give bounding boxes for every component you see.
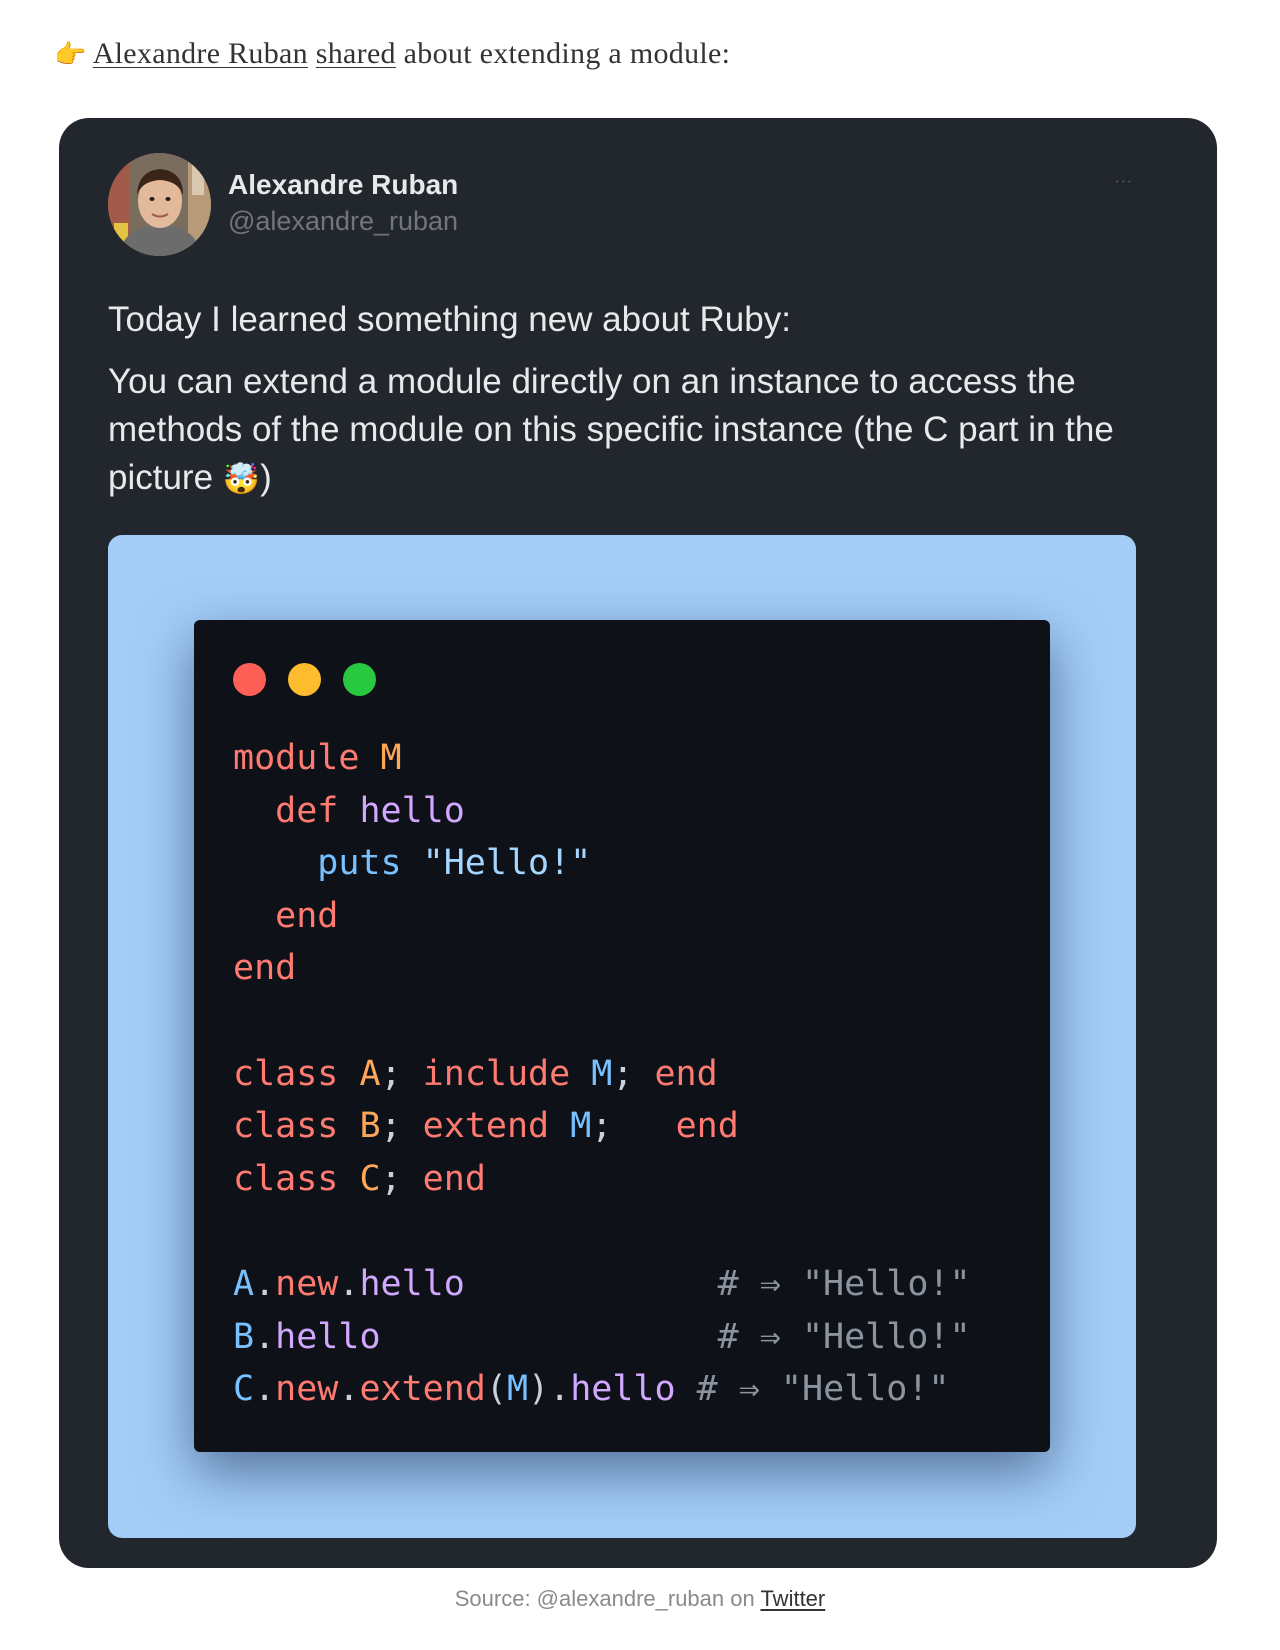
window-maximize-dot	[343, 663, 376, 696]
exploding-head-icon: 🤯	[222, 462, 261, 497]
code-token: end	[233, 895, 339, 936]
code-token: hello	[275, 1316, 381, 1357]
avatar-photo	[108, 153, 211, 256]
code-token: B	[233, 1316, 255, 1357]
code-token: ;	[591, 1106, 676, 1147]
code-token: A	[233, 1263, 255, 1304]
code-token: .	[254, 1369, 276, 1410]
shared-link[interactable]: shared	[316, 37, 396, 70]
code-token: class	[233, 1158, 360, 1199]
code-line: end	[233, 942, 971, 995]
code-token: ).	[528, 1369, 571, 1410]
intro-text: about extending a module:	[395, 37, 731, 70]
code-token: A	[359, 1053, 381, 1094]
tweet-text-close: )	[260, 458, 272, 497]
code-token: ;	[380, 1158, 423, 1199]
code-line: B.hello # ⇒ "Hello!"	[233, 1311, 971, 1364]
code-line: class C; end	[233, 1153, 971, 1206]
code-token: .	[338, 1263, 360, 1304]
code-token: .	[254, 1316, 276, 1357]
code-token: end	[233, 948, 297, 989]
code-token: M	[570, 1106, 592, 1147]
code-token: .	[338, 1369, 360, 1410]
window-close-dot	[233, 663, 266, 696]
code-token: ;	[380, 1106, 423, 1147]
code-token: module	[233, 738, 381, 778]
source-prefix: Source: @alexandre_ruban on	[454, 1586, 761, 1611]
code-token: hello	[359, 1263, 465, 1304]
code-line: module M	[233, 732, 971, 785]
code-token: extend	[422, 1106, 571, 1147]
code-token: M	[380, 738, 402, 778]
code-token: extend	[359, 1369, 486, 1410]
code-line: C.new.extend(M).hello # ⇒ "Hello!"	[233, 1363, 971, 1416]
more-options-icon[interactable]: ···	[1115, 172, 1133, 191]
code-token: B	[359, 1106, 381, 1147]
author-handle[interactable]: @alexandre_ruban	[228, 204, 458, 238]
code-token: new	[275, 1369, 339, 1410]
code-token: hello	[359, 790, 465, 831]
code-token: class	[233, 1106, 360, 1147]
code-token: # ⇒ "Hello!"	[675, 1369, 950, 1410]
tweet-card[interactable]: Alexandre Ruban @alexandre_ruban ··· Tod…	[59, 118, 1217, 1568]
code-token: # ⇒ "Hello!"	[380, 1316, 971, 1357]
code-token: # ⇒ "Hello!"	[464, 1263, 971, 1304]
code-token: end	[675, 1106, 739, 1147]
code-token: class	[233, 1053, 360, 1094]
author-name[interactable]: Alexandre Ruban	[228, 168, 458, 202]
code-token: (	[485, 1369, 507, 1410]
intro-line: 👉 Alexandre Ruban shared about extending …	[54, 34, 730, 75]
code-line: class A; include M; end	[233, 1048, 971, 1101]
twitter-link[interactable]: Twitter	[760, 1586, 825, 1611]
code-window: module M def hello puts "Hello!" end end …	[194, 620, 1050, 1452]
code-token: hello	[570, 1369, 676, 1410]
code-token: ;	[612, 1053, 655, 1094]
code-token: .	[254, 1263, 276, 1304]
code-line: class B; extend M; end	[233, 1100, 971, 1153]
code-line: puts "Hello!"	[233, 837, 971, 890]
code-token: M	[506, 1369, 529, 1410]
code-token: puts	[233, 843, 423, 884]
code-token: C	[359, 1158, 381, 1199]
code-token: end	[654, 1053, 718, 1094]
code-line: def hello	[233, 785, 971, 838]
code-block: module M def hello puts "Hello!" end end …	[233, 732, 971, 1416]
code-screenshot-image[interactable]: module M def hello puts "Hello!" end end …	[108, 535, 1136, 1538]
window-minimize-dot	[288, 663, 321, 696]
code-token: M	[591, 1053, 613, 1094]
code-token: def	[233, 790, 360, 831]
code-token: C	[233, 1369, 255, 1410]
code-token: include	[422, 1053, 592, 1094]
code-token: new	[275, 1263, 339, 1304]
code-line: A.new.hello # ⇒ "Hello!"	[233, 1258, 971, 1311]
code-token: end	[422, 1158, 486, 1199]
tweet-text-line: Today I learned something new about Ruby…	[108, 300, 791, 339]
code-token: "Hello!"	[422, 843, 592, 884]
tweet-text-paragraph: You can extend a module directly on an i…	[108, 358, 1158, 504]
author-link[interactable]: Alexandre Ruban	[93, 37, 308, 70]
code-line: end	[233, 890, 971, 943]
avatar[interactable]	[108, 153, 211, 256]
source-caption: Source: @alexandre_ruban on Twitter	[0, 1585, 1280, 1613]
tweet-body: Today I learned something new about Ruby…	[108, 296, 1158, 518]
pointing-hand-icon: 👉	[54, 40, 87, 70]
code-token: ;	[380, 1053, 423, 1094]
